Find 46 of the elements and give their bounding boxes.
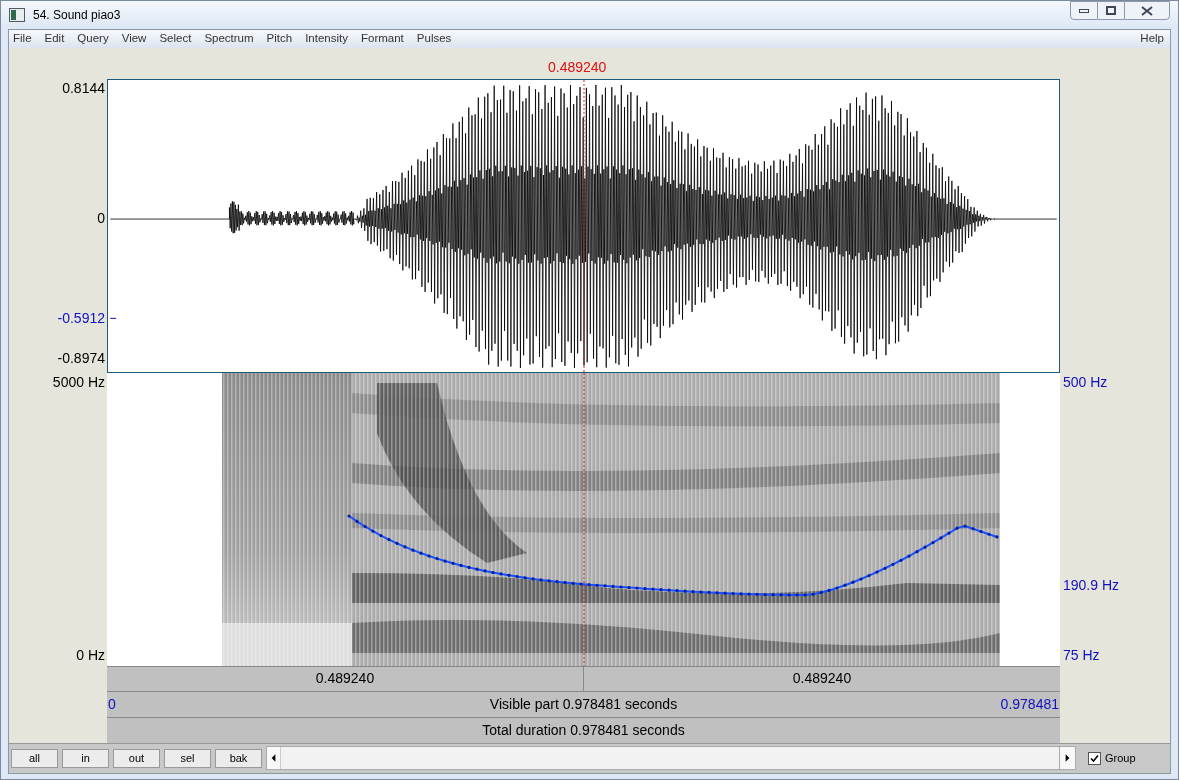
minimize-icon (1079, 8, 1089, 13)
scroll-bar[interactable] (266, 746, 1076, 770)
close-icon (1141, 5, 1153, 16)
scroll-left-icon[interactable] (267, 747, 281, 769)
frequency-min-label: 0 Hz (76, 645, 105, 665)
amplitude-min-label: -0.8974 (57, 348, 105, 368)
menu-item[interactable]: Formant (361, 29, 404, 48)
maximize-button[interactable] (1098, 1, 1124, 20)
close-button[interactable] (1124, 1, 1170, 20)
group-checkbox[interactable] (1088, 751, 1101, 765)
group-label: Group (1105, 750, 1136, 766)
time-segment[interactable]: 0.489240 (584, 666, 1060, 691)
menu-item[interactable]: View (121, 29, 147, 48)
zoom-button[interactable]: sel (164, 748, 211, 768)
menu-item[interactable]: Query (77, 29, 109, 48)
window-title: 54. Sound piao3 (33, 6, 122, 24)
visible-part-label: Visible part 0.978481 seconds (488, 694, 679, 714)
total-duration-bar[interactable]: Total duration 0.978481 seconds (107, 716, 1060, 743)
maximize-icon (1106, 6, 1116, 15)
cursor-amplitude-label: -0.5912 (57, 308, 105, 328)
menu-item[interactable]: Edit (44, 29, 65, 48)
minimize-button[interactable] (1070, 1, 1098, 20)
menu-item[interactable]: Pulses (416, 29, 452, 48)
menu-item[interactable]: Select (159, 29, 192, 48)
menu-item[interactable]: Spectrum (204, 29, 254, 48)
zoom-button[interactable]: in (62, 748, 109, 768)
cursor-time-label: 0.489240 (548, 57, 607, 77)
app-icon (9, 7, 25, 22)
end-time-label: 0.978481 (999, 694, 1059, 714)
zoom-button[interactable]: out (113, 748, 160, 768)
frequency-max-label: 5000 Hz (52, 372, 105, 392)
checkmark-icon (1090, 753, 1099, 763)
time-segment[interactable]: 0.489240 (107, 666, 584, 691)
amplitude-zero-label: 0 (97, 208, 105, 228)
start-time-label: 0 (108, 694, 117, 714)
help-menu[interactable]: Help (1140, 29, 1166, 48)
zoom-button[interactable]: all (11, 748, 58, 768)
scroll-right-icon[interactable] (1059, 747, 1075, 769)
pitch-max-label: 500 Hz (1063, 372, 1108, 392)
amplitude-max-label: 0.8144 (62, 78, 105, 98)
zoom-button[interactable]: bak (215, 748, 262, 768)
menu-item[interactable]: File (13, 29, 32, 48)
menu-item[interactable]: Pitch (266, 29, 293, 48)
menu-item[interactable]: Intensity (305, 29, 348, 48)
cursor-pitch-label: 190.9 Hz (1063, 575, 1120, 595)
pitch-min-label: 75 Hz (1063, 645, 1100, 665)
